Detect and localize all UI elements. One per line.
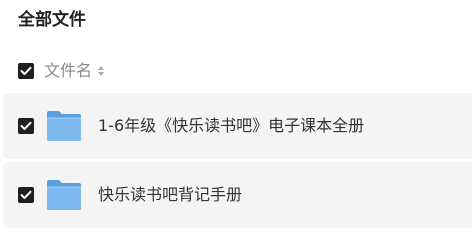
checkmark-icon xyxy=(20,190,32,199)
file-name[interactable]: 1-6年级《快乐读书吧》电子课本全册 xyxy=(98,115,364,137)
page-title: 全部文件 xyxy=(18,10,86,30)
folder-icon xyxy=(46,178,82,212)
file-name[interactable]: 快乐读书吧背记手册 xyxy=(98,184,242,206)
list-item[interactable]: 快乐读书吧背记手册 xyxy=(3,162,472,228)
item-checkbox[interactable] xyxy=(18,118,34,134)
sort-icon[interactable] xyxy=(97,64,105,78)
folder-icon xyxy=(46,109,82,143)
filename-column-header[interactable]: 文件名 xyxy=(44,60,92,82)
select-all-checkbox[interactable] xyxy=(18,63,34,79)
item-checkbox[interactable] xyxy=(18,187,34,203)
list-header: 文件名 xyxy=(0,58,472,84)
checkmark-icon xyxy=(20,66,32,75)
checkmark-icon xyxy=(20,121,32,130)
list-item[interactable]: 1-6年级《快乐读书吧》电子课本全册 xyxy=(3,93,472,159)
